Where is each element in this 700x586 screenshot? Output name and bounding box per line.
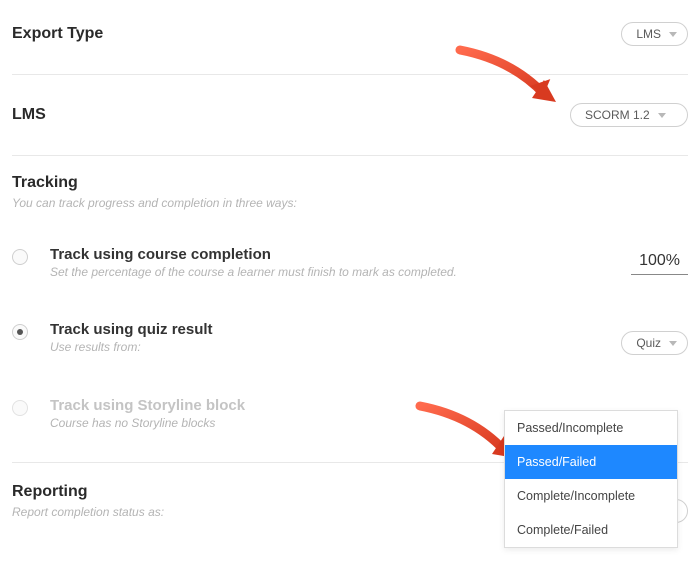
reporting-option-passed-incomplete[interactable]: Passed/Incomplete [505,411,677,445]
radio-disabled-icon [12,400,28,416]
reporting-option-passed-failed[interactable]: Passed/Failed [505,445,677,479]
tracking-option-sub: Use results from: [50,340,621,354]
lms-label: LMS [12,106,46,124]
lms-value: SCORM 1.2 [585,108,650,122]
chevron-down-icon [669,341,677,346]
export-type-label: Export Type [12,25,103,43]
tracking-option-title: Track using course completion [50,246,631,263]
export-type-value: LMS [636,27,661,41]
reporting-dropdown-menu[interactable]: Passed/Incomplete Passed/Failed Complete… [504,410,678,548]
export-type-dropdown[interactable]: LMS [621,22,688,46]
tracking-label: Tracking [12,174,688,192]
quiz-value: Quiz [636,336,661,350]
reporting-option-complete-failed[interactable]: Complete/Failed [505,513,677,547]
radio-unchecked-icon[interactable] [12,249,28,265]
tracking-option-title: Track using quiz result [50,321,621,338]
chevron-down-icon [658,113,666,118]
reporting-subtitle: Report completion status as: [12,505,164,519]
chevron-down-icon [669,32,677,37]
reporting-option-complete-incomplete[interactable]: Complete/Incomplete [505,479,677,513]
divider [12,155,688,156]
divider [12,74,688,75]
tracking-option-quiz[interactable]: Track using quiz result Use results from… [12,307,688,369]
reporting-label: Reporting [12,483,164,501]
tracking-option-completion[interactable]: Track using course completion Set the pe… [12,232,688,293]
quiz-dropdown[interactable]: Quiz [621,331,688,355]
tracking-subtitle: You can track progress and completion in… [12,196,688,210]
tracking-option-sub: Set the percentage of the course a learn… [50,265,631,279]
radio-checked-icon[interactable] [12,324,28,340]
completion-percent-input[interactable]: 100% [631,250,688,275]
lms-dropdown[interactable]: SCORM 1.2 [570,103,688,127]
